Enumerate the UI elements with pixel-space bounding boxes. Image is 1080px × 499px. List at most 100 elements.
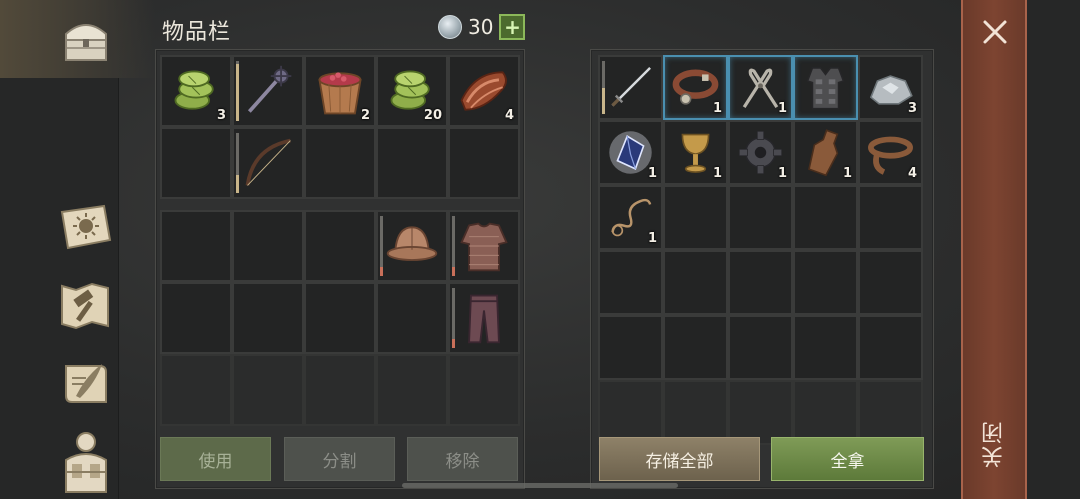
bow-icon [240, 135, 296, 191]
close-label[interactable]: 关闭 [979, 420, 1011, 468]
inventory-slot-empty[interactable] [448, 127, 520, 199]
container-slot-empty[interactable] [663, 380, 728, 445]
item-count: 1 [712, 166, 722, 181]
scroll-indicator [402, 483, 678, 488]
item-count: 1 [777, 101, 787, 116]
equipment-slot-empty[interactable] [304, 210, 376, 282]
container-slot-sword[interactable] [598, 55, 663, 120]
container-slot-silver-ore[interactable]: 3 [858, 55, 923, 120]
chest-icon[interactable] [56, 12, 116, 68]
pants-icon [456, 290, 512, 346]
container-slot-empty[interactable] [793, 380, 858, 445]
inventory-slot-meat[interactable]: 4 [448, 55, 520, 127]
container-slot-empty[interactable] [793, 185, 858, 250]
equipment-slot-empty[interactable] [232, 354, 304, 426]
item-count: 1 [712, 101, 722, 116]
add-currency-button[interactable]: + [499, 14, 526, 40]
inventory-title: 物品栏 [162, 20, 232, 45]
container-slot-empty[interactable] [663, 315, 728, 380]
sword-icon [606, 63, 655, 112]
container-slot-empty[interactable] [728, 315, 793, 380]
scroll-quill-icon[interactable] [56, 356, 116, 412]
container-slot-empty[interactable] [598, 380, 663, 445]
container-slot-pliers[interactable]: 1 [728, 55, 793, 120]
item-count: 2 [360, 108, 370, 123]
item-count: 1 [842, 166, 852, 181]
inventory-slot-mace[interactable] [232, 55, 304, 127]
container-slot-empty[interactable] [598, 250, 663, 315]
container-slot-crystal[interactable]: 1 [598, 120, 663, 185]
container-slot-gear[interactable]: 1 [728, 120, 793, 185]
sun-book-icon[interactable] [56, 200, 116, 256]
durability-bar [380, 216, 383, 276]
left-nav [0, 0, 155, 499]
equipment-grid [160, 210, 520, 426]
container-slot-empty[interactable] [793, 250, 858, 315]
split-button[interactable]: 分割 [284, 437, 395, 481]
use-button[interactable]: 使用 [160, 437, 271, 481]
equipment-slot-empty[interactable] [376, 282, 448, 354]
inventory-slot-food-bundle[interactable]: 20 [376, 55, 448, 127]
map-hammer-icon[interactable] [56, 278, 116, 334]
equipment-slot-helmet[interactable] [376, 210, 448, 282]
container-slot-goblet[interactable]: 1 [663, 120, 728, 185]
container-slot-empty[interactable] [728, 380, 793, 445]
equipment-slot-empty[interactable] [160, 354, 232, 426]
container-slot-empty[interactable] [728, 185, 793, 250]
chainmail-icon [456, 218, 512, 274]
container-slot-empty[interactable] [858, 250, 923, 315]
equipment-slot-empty[interactable] [160, 210, 232, 282]
container-slot-empty[interactable] [598, 315, 663, 380]
equipment-slot-pants[interactable] [448, 282, 520, 354]
container-slot-empty[interactable] [858, 315, 923, 380]
container-slot-empty[interactable] [663, 185, 728, 250]
equipment-slot-empty[interactable] [376, 354, 448, 426]
item-count: 1 [647, 166, 657, 181]
container-slot-empty[interactable] [858, 185, 923, 250]
inventory-slot-bow[interactable] [232, 127, 304, 199]
currency-value: 30 [468, 15, 494, 39]
inventory-slot-berry-bucket[interactable]: 2 [304, 55, 376, 127]
durability-bar [452, 216, 455, 276]
currency-display: 30 + [438, 14, 526, 40]
close-icon[interactable] [977, 14, 1013, 50]
take-all-button[interactable]: 全拿 [771, 437, 924, 481]
store-all-button[interactable]: 存储全部 [599, 437, 760, 481]
container-slot-leather-strap[interactable]: 4 [858, 120, 923, 185]
armor-vest-icon [801, 63, 850, 112]
character-icon[interactable] [56, 430, 116, 494]
durability-bar [236, 61, 239, 121]
equipment-slot-empty[interactable] [448, 354, 520, 426]
item-count: 1 [777, 166, 787, 181]
equipment-slot-empty[interactable] [232, 210, 304, 282]
equipment-slot-empty[interactable] [160, 282, 232, 354]
silver-coin-icon [438, 15, 462, 39]
container-slot-empty[interactable] [793, 315, 858, 380]
inventory-slot-empty[interactable] [160, 127, 232, 199]
container-slot-empty[interactable] [858, 380, 923, 445]
container-grid: 1 1 3 1 1 1 1 4 1 [598, 55, 923, 445]
container-slot-empty[interactable] [663, 250, 728, 315]
container-slot-collar[interactable]: 1 [663, 55, 728, 120]
item-count: 3 [216, 108, 226, 123]
container-slot-rope[interactable]: 1 [598, 185, 663, 250]
equipment-slot-empty[interactable] [304, 282, 376, 354]
equipment-slot-chainmail[interactable] [448, 210, 520, 282]
close-bar[interactable]: 关闭 [961, 0, 1027, 499]
mace-icon [240, 63, 296, 119]
durability-bar [236, 133, 239, 193]
inventory-slot-empty[interactable] [304, 127, 376, 199]
item-count: 3 [907, 101, 917, 116]
equipment-slot-empty[interactable] [232, 282, 304, 354]
remove-button[interactable]: 移除 [407, 437, 518, 481]
inventory-slot-food-bundle[interactable]: 3 [160, 55, 232, 127]
equipment-slot-empty[interactable] [304, 354, 376, 426]
inventory-grid: 3 2 20 4 [160, 55, 520, 199]
container-slot-armor-vest[interactable] [793, 55, 858, 120]
container-slot-bottle[interactable]: 1 [793, 120, 858, 185]
durability-bar [602, 61, 605, 114]
inventory-slot-empty[interactable] [376, 127, 448, 199]
container-slot-empty[interactable] [728, 250, 793, 315]
item-count: 4 [907, 166, 917, 181]
item-count: 1 [647, 231, 657, 246]
